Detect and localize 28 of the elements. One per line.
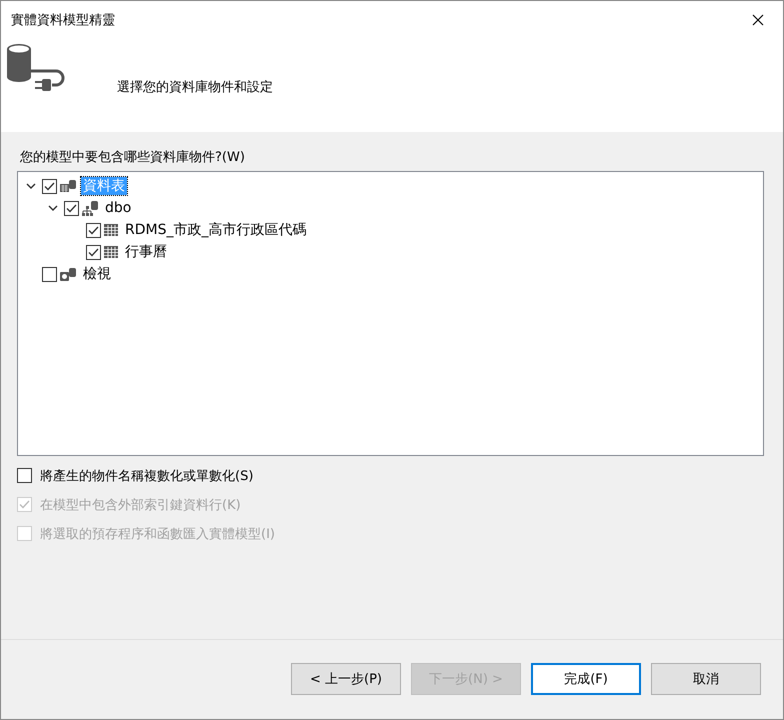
checkbox[interactable] [86, 222, 101, 238]
tree-item[interactable]: 檢視 [81, 265, 113, 283]
close-icon [752, 14, 764, 26]
option-label: 在模型中包含外部索引鍵資料行(K) [40, 496, 241, 514]
option-label: 將選取的預存程序和函數匯入實體模型(I) [40, 526, 275, 542]
window-title: 實體資料模型精靈 [11, 12, 115, 29]
tree-item[interactable]: 行事曆 [123, 243, 169, 261]
checkbox[interactable] [64, 200, 79, 216]
schema-icon [81, 200, 99, 216]
checkbox[interactable] [86, 244, 101, 260]
object-tree[interactable]: 資料表 dbo RDMS_市政_高市行政區代碼 行事曆 檢視 [17, 171, 764, 456]
database-table-icon [59, 178, 77, 194]
table-icon [103, 245, 119, 259]
tree-label: 您的模型中要包含哪些資料庫物件?(W) [20, 149, 246, 166]
chevron-down-icon[interactable] [26, 182, 36, 190]
checkbox[interactable] [42, 266, 57, 282]
table-icon [103, 223, 119, 237]
dialog-button[interactable]: 取消 [651, 663, 761, 695]
page-subtitle: 選擇您的資料庫物件和設定 [117, 79, 273, 96]
dialog-button[interactable]: 完成(F) [531, 663, 641, 695]
checkbox[interactable] [17, 468, 32, 483]
option-label: 將產生的物件名稱複數化或單數化(S) [40, 468, 254, 484]
checkbox[interactable] [42, 178, 57, 194]
database-view-icon [59, 266, 77, 282]
tree-item[interactable]: dbo [103, 200, 134, 216]
chevron-down-icon[interactable] [48, 204, 58, 212]
tree-item[interactable]: RDMS_市政_高市行政區代碼 [123, 221, 308, 239]
dialog-button[interactable]: < 上一步(P) [291, 663, 401, 695]
